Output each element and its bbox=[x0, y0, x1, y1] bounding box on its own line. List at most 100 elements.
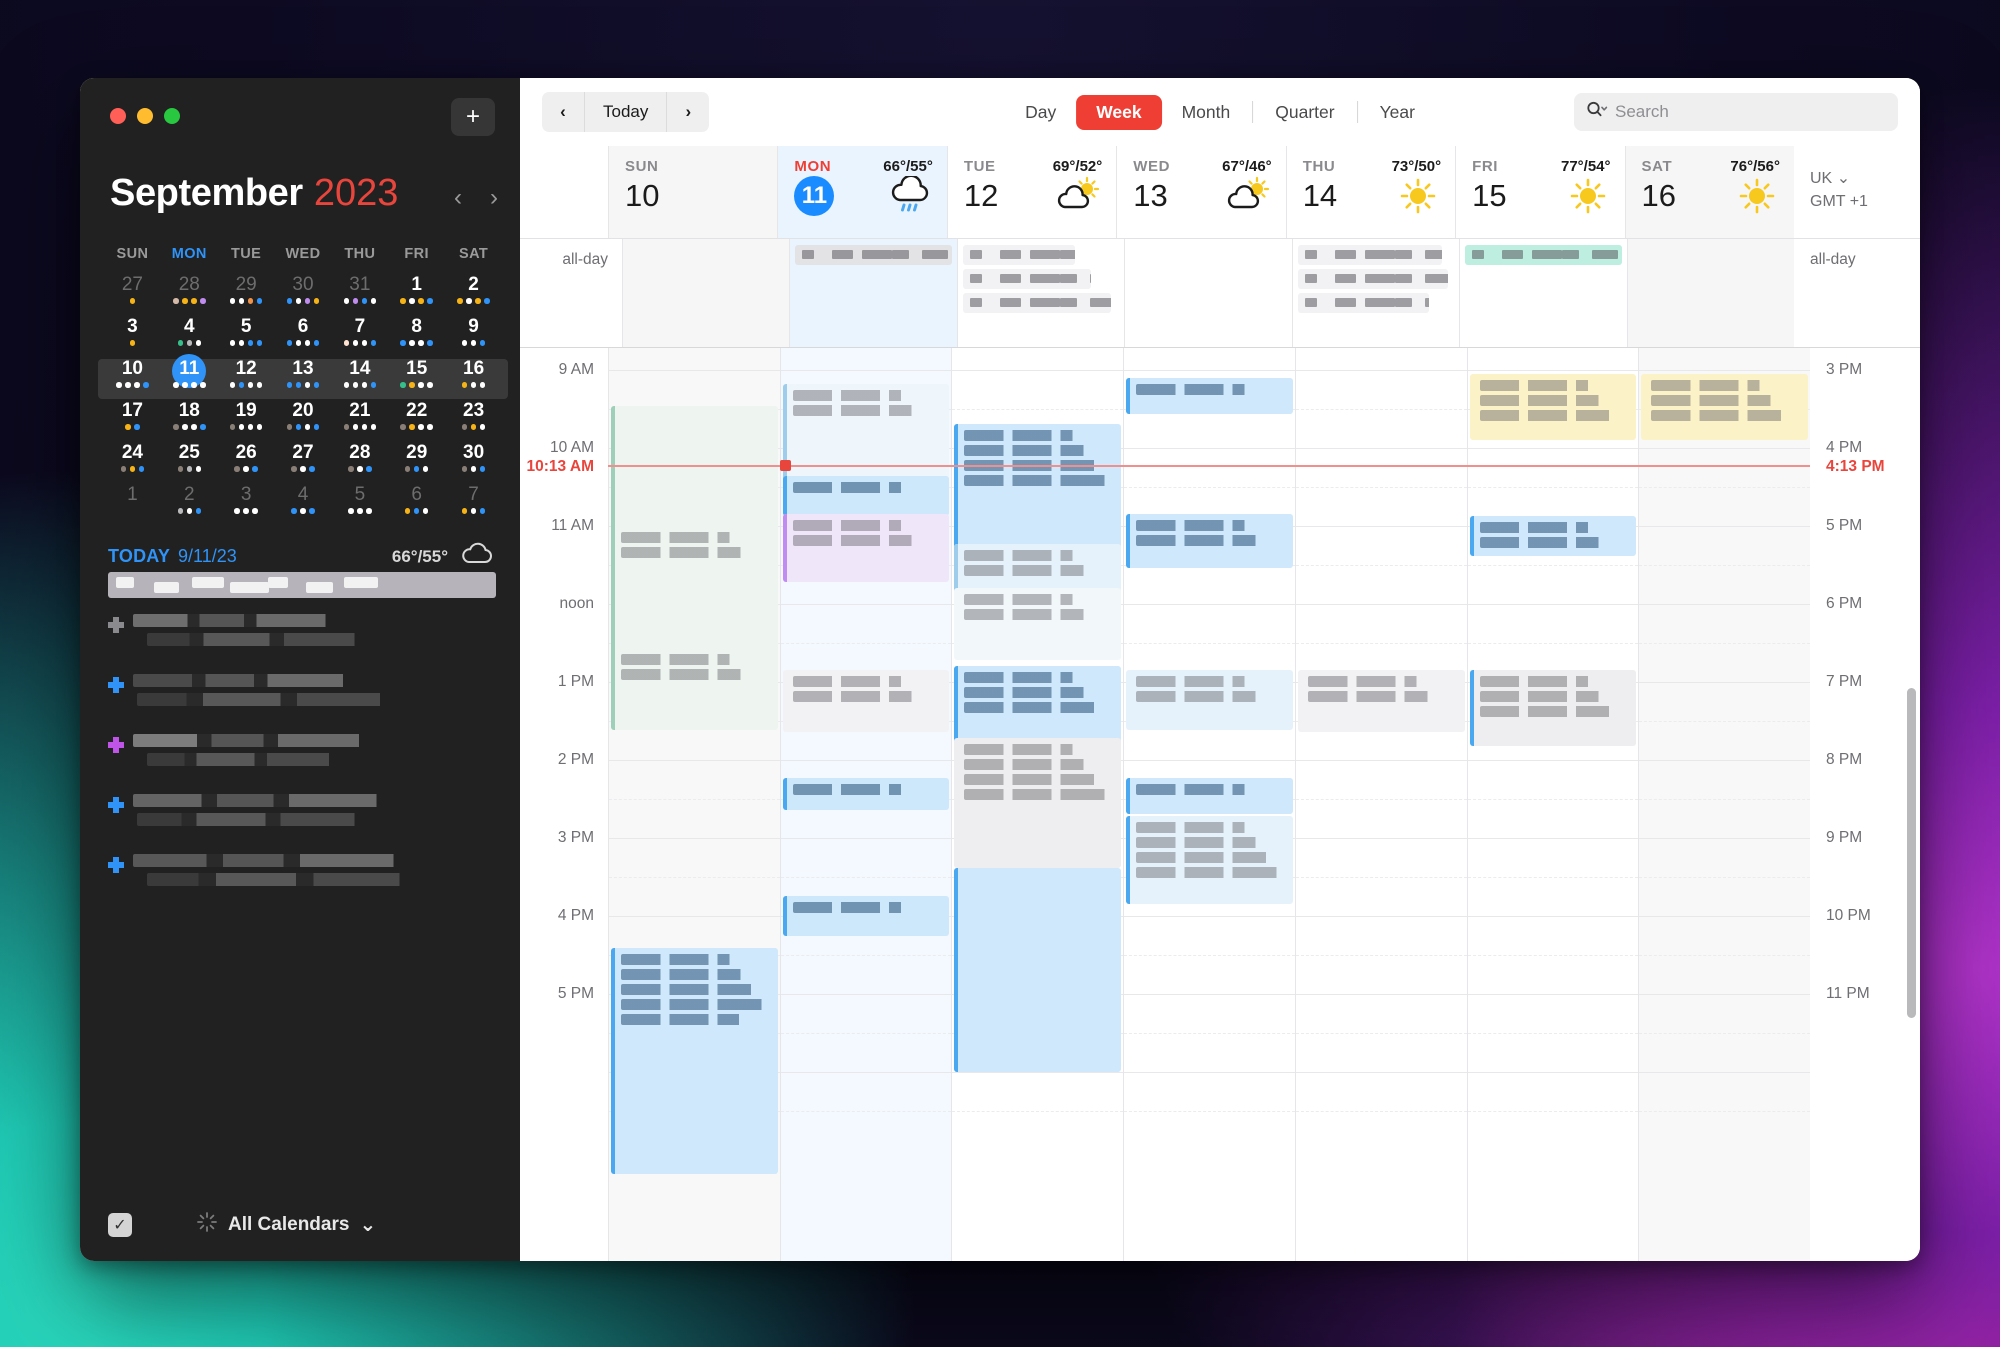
day-header-sat[interactable]: SAT76°/56°16 bbox=[1625, 146, 1794, 238]
mini-calendar-day-3[interactable]: 3 bbox=[218, 484, 275, 526]
mini-calendar-day-6[interactable]: 6 bbox=[388, 484, 445, 526]
view-tab-day[interactable]: Day bbox=[1005, 95, 1076, 130]
mini-calendar-day-18[interactable]: 18 bbox=[161, 400, 218, 442]
agenda-item[interactable] bbox=[108, 734, 496, 772]
mini-calendar-day-28[interactable]: 28 bbox=[161, 274, 218, 316]
previous-week-button[interactable]: ‹ bbox=[542, 92, 584, 132]
day-header-fri[interactable]: FRI77°/54°15 bbox=[1455, 146, 1624, 238]
day-column-wed[interactable] bbox=[1123, 348, 1295, 1261]
day-column-fri[interactable] bbox=[1467, 348, 1639, 1261]
mini-calendar-day-30[interactable]: 30 bbox=[445, 442, 502, 484]
all-day-event[interactable] bbox=[1465, 245, 1621, 265]
mini-calendar-day-14[interactable]: 14 bbox=[331, 358, 388, 400]
all-day-column-sun[interactable] bbox=[622, 239, 789, 347]
calendar-event[interactable] bbox=[783, 384, 950, 482]
calendar-event[interactable] bbox=[954, 868, 1121, 1072]
prev-month-icon[interactable]: ‹ bbox=[454, 186, 462, 210]
calendar-event[interactable] bbox=[1126, 670, 1293, 730]
mini-calendar-day-3[interactable]: 3 bbox=[104, 316, 161, 358]
day-column-thu[interactable] bbox=[1295, 348, 1467, 1261]
day-header-mon[interactable]: MON66°/55°11 bbox=[777, 146, 946, 238]
calendar-event[interactable] bbox=[783, 476, 950, 516]
mini-calendar-day-2[interactable]: 2 bbox=[445, 274, 502, 316]
mini-calendar-day-13[interactable]: 13 bbox=[275, 358, 332, 400]
all-day-event[interactable] bbox=[1298, 245, 1442, 265]
all-day-event[interactable] bbox=[963, 269, 1091, 289]
day-header-tue[interactable]: TUE69°/52°12 bbox=[947, 146, 1116, 238]
mini-calendar-day-24[interactable]: 24 bbox=[104, 442, 161, 484]
mini-calendar-day-7[interactable]: 7 bbox=[445, 484, 502, 526]
calendar-event[interactable] bbox=[954, 738, 1121, 868]
minimize-button[interactable] bbox=[137, 108, 153, 124]
agenda-banner[interactable] bbox=[108, 572, 496, 598]
view-tab-week[interactable]: Week bbox=[1076, 95, 1161, 130]
view-tab-quarter[interactable]: Quarter bbox=[1255, 95, 1354, 130]
all-day-column-sat[interactable] bbox=[1627, 239, 1794, 347]
calendar-set-selector[interactable]: All Calendars ⌄ bbox=[196, 1211, 376, 1239]
calendar-event[interactable] bbox=[611, 648, 778, 712]
week-grid-scroll-area[interactable]: 9 AM10 AM11 AMnoon1 PM2 PM3 PM4 PM5 PM10… bbox=[520, 348, 1920, 1261]
agenda-item[interactable] bbox=[108, 794, 496, 832]
calendar-set-checkbox[interactable]: ✓ bbox=[108, 1213, 132, 1237]
mini-calendar-day-10[interactable]: 10 bbox=[104, 358, 161, 400]
next-month-icon[interactable]: › bbox=[490, 186, 498, 210]
day-column-sat[interactable] bbox=[1638, 348, 1810, 1261]
today-button[interactable]: Today bbox=[584, 92, 667, 132]
day-column-mon[interactable] bbox=[780, 348, 952, 1261]
calendar-event[interactable] bbox=[1470, 670, 1637, 746]
mini-calendar-day-5[interactable]: 5 bbox=[331, 484, 388, 526]
day-header-sun[interactable]: SUN10 bbox=[608, 146, 777, 238]
all-day-column-thu[interactable] bbox=[1292, 239, 1459, 347]
all-day-event[interactable] bbox=[963, 245, 1076, 265]
zoom-button[interactable] bbox=[164, 108, 180, 124]
all-day-column-tue[interactable] bbox=[957, 239, 1124, 347]
mini-calendar-day-19[interactable]: 19 bbox=[218, 400, 275, 442]
calendar-event[interactable] bbox=[1126, 378, 1293, 414]
day-column-tue[interactable] bbox=[951, 348, 1123, 1261]
all-day-event[interactable] bbox=[795, 245, 951, 265]
mini-calendar-day-27[interactable]: 27 bbox=[275, 442, 332, 484]
mini-calendar-day-17[interactable]: 17 bbox=[104, 400, 161, 442]
mini-calendar-day-7[interactable]: 7 bbox=[331, 316, 388, 358]
mini-calendar-day-15[interactable]: 15 bbox=[388, 358, 445, 400]
add-event-button[interactable]: + bbox=[451, 98, 495, 136]
mini-calendar-day-21[interactable]: 21 bbox=[331, 400, 388, 442]
all-day-event[interactable] bbox=[1298, 293, 1429, 313]
view-tab-month[interactable]: Month bbox=[1162, 95, 1251, 130]
timezone-selector[interactable]: UK ⌄ GMT +1 bbox=[1794, 146, 1920, 238]
mini-calendar-day-1[interactable]: 1 bbox=[388, 274, 445, 316]
mini-calendar-day-30[interactable]: 30 bbox=[275, 274, 332, 316]
agenda-item[interactable] bbox=[108, 674, 496, 712]
calendar-event[interactable] bbox=[1641, 374, 1808, 440]
calendar-event[interactable] bbox=[783, 778, 950, 810]
view-tab-year[interactable]: Year bbox=[1360, 95, 1435, 130]
all-day-event[interactable] bbox=[1298, 269, 1448, 289]
search-field[interactable]: Search bbox=[1574, 93, 1898, 131]
calendar-event[interactable] bbox=[783, 514, 950, 582]
mini-calendar-day-22[interactable]: 22 bbox=[388, 400, 445, 442]
calendar-event[interactable] bbox=[783, 896, 950, 936]
mini-calendar-day-4[interactable]: 4 bbox=[275, 484, 332, 526]
calendar-event[interactable] bbox=[954, 424, 1121, 550]
mini-calendar-day-4[interactable]: 4 bbox=[161, 316, 218, 358]
calendar-event[interactable] bbox=[1470, 374, 1637, 440]
calendar-event[interactable] bbox=[954, 588, 1121, 660]
all-day-event[interactable] bbox=[963, 293, 1112, 313]
day-header-wed[interactable]: WED67°/46°13 bbox=[1116, 146, 1285, 238]
day-column-sun[interactable] bbox=[608, 348, 780, 1261]
mini-calendar-day-2[interactable]: 2 bbox=[161, 484, 218, 526]
next-week-button[interactable]: › bbox=[667, 92, 709, 132]
calendar-event[interactable] bbox=[1126, 514, 1293, 568]
all-day-column-fri[interactable] bbox=[1459, 239, 1626, 347]
calendar-event[interactable] bbox=[1470, 516, 1637, 556]
day-header-thu[interactable]: THU73°/50°14 bbox=[1286, 146, 1455, 238]
mini-calendar-day-5[interactable]: 5 bbox=[218, 316, 275, 358]
mini-calendar-day-31[interactable]: 31 bbox=[331, 274, 388, 316]
mini-calendar-day-9[interactable]: 9 bbox=[445, 316, 502, 358]
mini-calendar-day-28[interactable]: 28 bbox=[331, 442, 388, 484]
vertical-scrollbar[interactable] bbox=[1907, 688, 1916, 1018]
calendar-event[interactable] bbox=[783, 670, 950, 732]
calendar-event[interactable] bbox=[611, 948, 778, 1174]
mini-calendar-day-23[interactable]: 23 bbox=[445, 400, 502, 442]
mini-calendar-day-1[interactable]: 1 bbox=[104, 484, 161, 526]
